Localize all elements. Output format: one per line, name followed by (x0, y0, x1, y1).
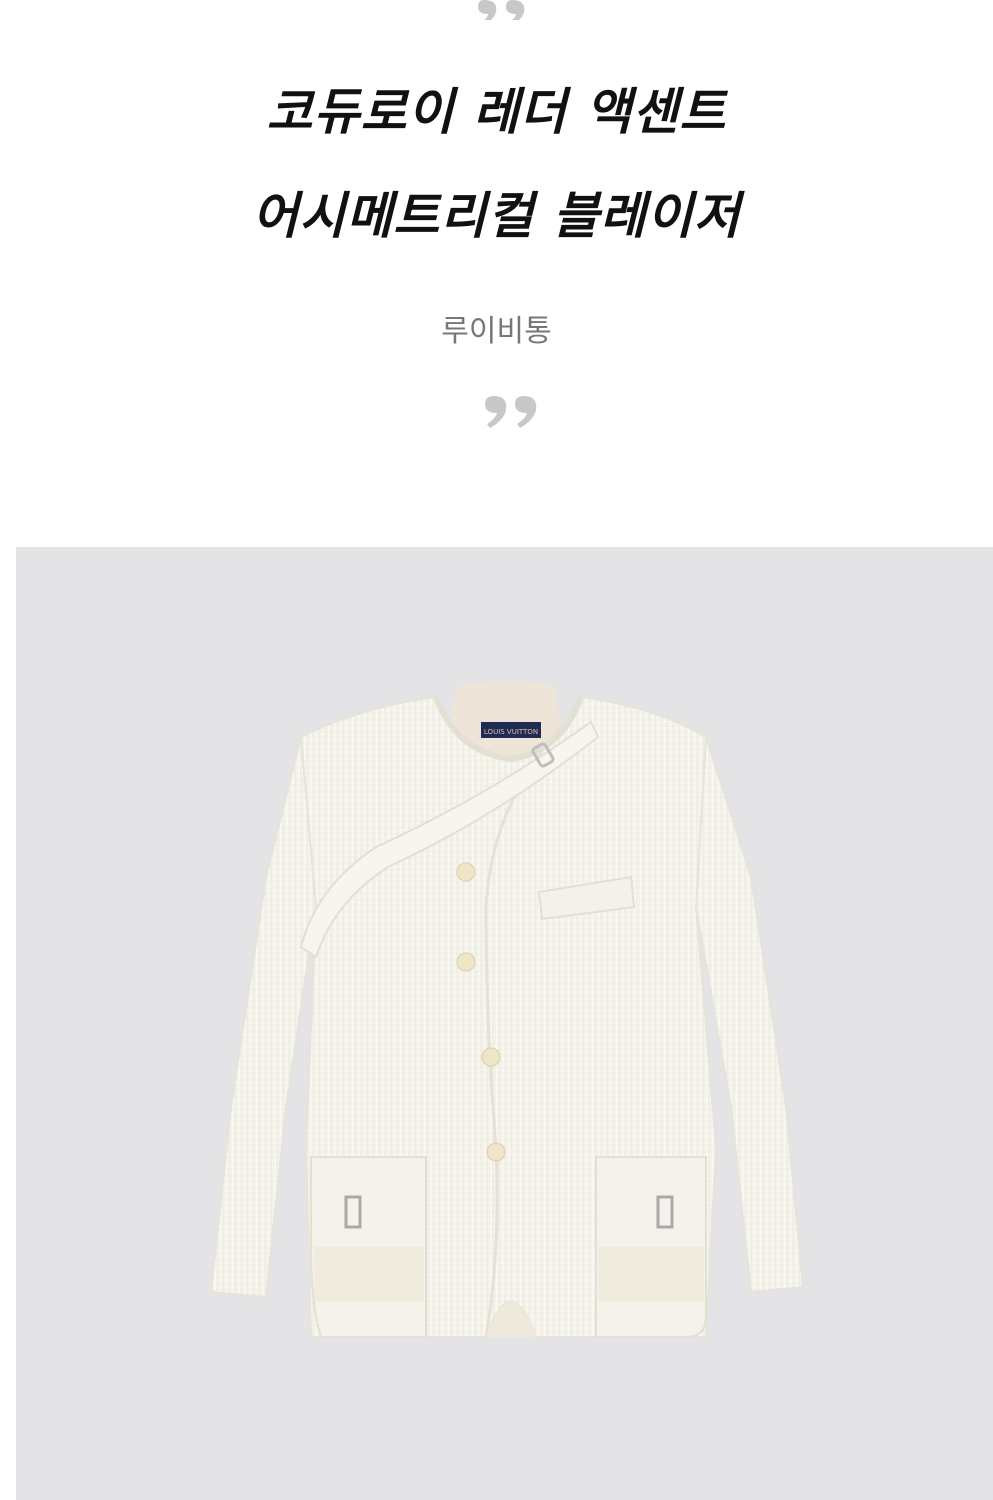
product-title-line-1: 코듀로이 레더 액센트 (266, 82, 727, 141)
closing-quote-icon (478, 392, 542, 438)
product-image[interactable]: LOUIS VUITTON (16, 547, 993, 1500)
product-title-line-2: 어시메트리컬 블레이저 (252, 186, 741, 245)
brand-label-text: LOUIS VUITTON (484, 728, 538, 736)
brand-name: 루이비통 (441, 314, 552, 349)
closing-quote-icon-top (470, 0, 540, 26)
blazer-illustration-icon: LOUIS VUITTON (209, 681, 805, 1338)
product-title: 코듀로이 레더 액센트 어시메트리컬 블레이저 (0, 60, 993, 268)
